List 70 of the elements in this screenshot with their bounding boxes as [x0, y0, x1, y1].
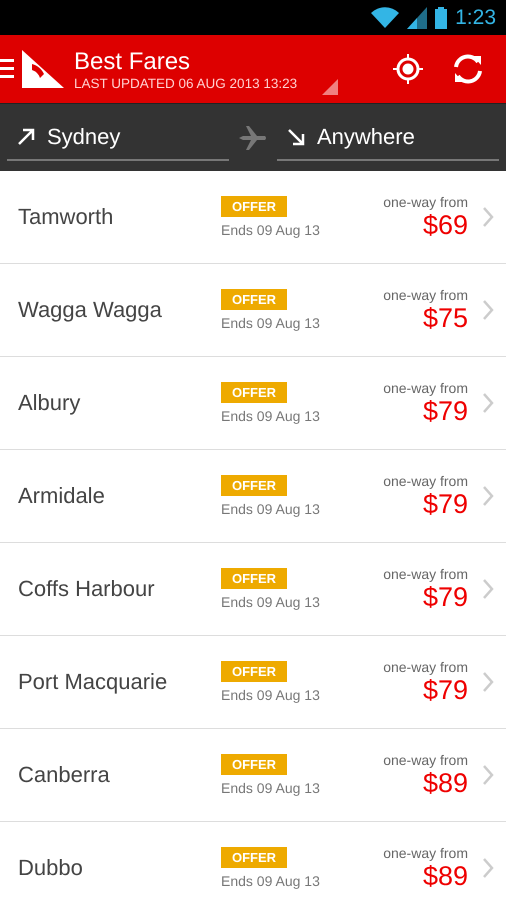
crosshair-icon [391, 52, 425, 86]
signal-icon [407, 6, 428, 28]
fare-price: $89 [422, 860, 468, 892]
destination-field[interactable]: Anywhere [277, 114, 499, 160]
city-name: Dubbo [18, 855, 84, 881]
fare-price: $79 [422, 582, 468, 612]
battery-icon [435, 6, 448, 28]
fare-label: one-way from [383, 566, 468, 582]
fare-row[interactable]: Armidale OFFER Ends 09 Aug 13 one-way from $79 [0, 450, 506, 543]
chevron-icon [482, 857, 494, 879]
chevron-icon [482, 206, 494, 228]
offer-badge: OFFER [221, 568, 288, 589]
offer-end-date: Ends 09 Aug 13 [221, 780, 321, 796]
chevron-icon [482, 392, 494, 414]
city-name: Albury [18, 390, 82, 416]
offer-badge: OFFER [221, 289, 288, 310]
chevron-icon [482, 299, 494, 321]
fare-label: one-way from [383, 752, 468, 768]
city-name: Canberra [18, 762, 111, 788]
fare-label: one-way from [383, 380, 468, 396]
chevron-icon [482, 671, 494, 693]
city-name: Wagga Wagga [18, 297, 163, 323]
fare-row[interactable]: Wagga Wagga OFFER Ends 09 Aug 13 one-way from $75 [0, 264, 506, 357]
offer-badge: OFFER [221, 475, 288, 496]
fare-price: $75 [422, 302, 468, 334]
offer-end-date: Ends 09 Aug 13 [221, 594, 321, 610]
offer-end-date: Ends 09 Aug 13 [221, 222, 321, 238]
arrow-up-right-icon [17, 128, 35, 146]
fare-label: one-way from [383, 286, 468, 302]
chevron-icon [482, 764, 494, 786]
offer-end-date: Ends 09 Aug 13 [221, 501, 321, 517]
fare-row[interactable]: Canberra OFFER Ends 09 Aug 13 one-way from $89 [0, 729, 506, 822]
city-name: Coffs Harbour [18, 576, 156, 602]
fare-row[interactable]: Coffs Harbour OFFER Ends 09 Aug 13 one-way from $79 [0, 543, 506, 636]
fare-row[interactable]: Port Macquarie OFFER Ends 09 Aug 13 one-way from $79 [0, 636, 506, 729]
offer-end-date: Ends 09 Aug 13 [221, 873, 321, 889]
menu-icon[interactable] [0, 59, 14, 79]
fare-price: $89 [422, 768, 468, 798]
fare-row[interactable]: Tamworth OFFER Ends 09 Aug 13 one-way from $69 [0, 171, 506, 264]
fare-price: $79 [422, 488, 468, 520]
city-name: Tamworth [18, 204, 114, 230]
city-name: Armidale [18, 483, 106, 509]
offer-end-date: Ends 09 Aug 13 [221, 408, 321, 424]
offer-end-date: Ends 09 Aug 13 [221, 315, 321, 331]
city-name: Port Macquarie [18, 669, 168, 695]
fare-row[interactable]: Dubbo OFFER Ends 09 Aug 13 one-way from $89 [0, 822, 506, 900]
fare-price: $79 [422, 396, 468, 426]
origin-field[interactable]: Sydney [7, 114, 229, 160]
chevron-icon [482, 485, 494, 507]
refresh-icon [451, 52, 485, 86]
fare-price: $69 [422, 210, 468, 240]
wifi-icon [371, 6, 400, 28]
clock-time: 1:23 [455, 6, 496, 30]
offer-badge: OFFER [221, 382, 288, 403]
offer-badge: OFFER [221, 754, 288, 775]
offer-badge: OFFER [221, 196, 288, 217]
fare-price: $79 [422, 674, 468, 706]
chevron-icon [482, 578, 494, 600]
offer-end-date: Ends 09 Aug 13 [221, 687, 321, 703]
corner-triangle-icon [322, 79, 338, 95]
fare-label: one-way from [383, 194, 468, 210]
fare-label: one-way from [383, 844, 468, 860]
fare-row[interactable]: Albury OFFER Ends 09 Aug 13 one-way from $79 [0, 357, 506, 450]
offer-badge: OFFER [221, 847, 288, 868]
arrow-down-right-icon [287, 128, 305, 146]
screen-title: Best Fares [74, 48, 192, 76]
last-updated-text: LAST UPDATED 06 AUG 2013 13:23 [74, 76, 298, 90]
offer-badge: OFFER [221, 661, 288, 682]
fare-label: one-way from [383, 658, 468, 674]
fare-label: one-way from [383, 472, 468, 488]
